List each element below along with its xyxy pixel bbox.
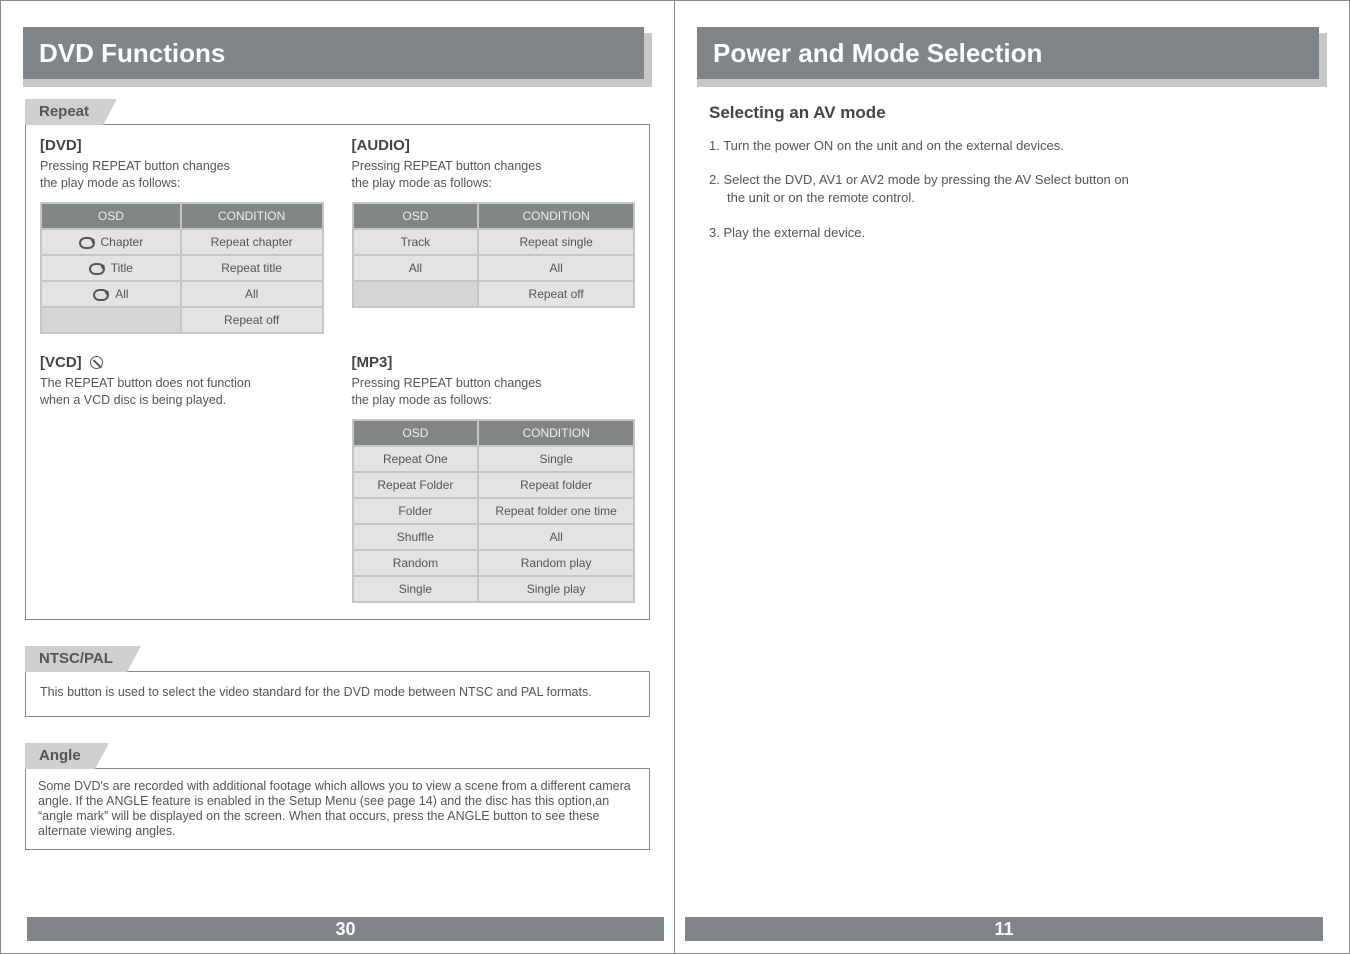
table-row: Repeat off <box>42 306 322 332</box>
tab-ntsc: NTSC/PAL <box>25 646 127 672</box>
prohibit-icon <box>90 356 103 369</box>
step-2: 2. Select the DVD, AV1 or AV2 mode by pr… <box>709 171 1315 207</box>
repeat-icon <box>93 289 109 301</box>
ntsc-body: This button is used to select the video … <box>40 684 635 701</box>
page-title-right: Power and Mode Selection <box>697 27 1319 79</box>
table-row: Repeat OneSingle <box>354 445 634 471</box>
col-audio: [AUDIO] Pressing REPEAT button changes t… <box>352 137 636 334</box>
page-left: DVD Functions Repeat [DVD] Pressing REPE… <box>0 0 675 954</box>
table-row: SingleSingle play <box>354 575 634 601</box>
col-dvd: [DVD] Pressing REPEAT button changes the… <box>40 137 324 334</box>
heading-mp3: [MP3] <box>352 354 636 371</box>
title-banner: DVD Functions <box>23 27 652 87</box>
col-vcd: [VCD] The REPEAT button does not functio… <box>40 354 324 603</box>
table-row: ChapterRepeat chapter <box>42 228 322 254</box>
page-number-left: 30 <box>27 917 664 941</box>
table-row: AllAll <box>42 280 322 306</box>
table-row: Repeat FolderRepeat folder <box>354 471 634 497</box>
heading-audio: [AUDIO] <box>352 137 636 154</box>
table-dvd: OSD CONDITION ChapterRepeat chapter Titl… <box>40 202 324 334</box>
table-row: TrackRepeat single <box>354 228 634 254</box>
repeat-icon <box>89 263 105 275</box>
table-mp3: OSD CONDITION Repeat OneSingle Repeat Fo… <box>352 419 636 603</box>
heading-select-av: Selecting an AV mode <box>709 103 1315 123</box>
angle-body: Some DVD's are recorded with additional … <box>38 779 637 839</box>
page-right: Power and Mode Selection Selecting an AV… <box>675 0 1350 954</box>
section-angle: Angle Some DVD's are recorded with addit… <box>25 743 650 850</box>
heading-dvd: [DVD] <box>40 137 324 154</box>
table-row: FolderRepeat folder one time <box>354 497 634 523</box>
step-1: 1. Turn the power ON on the unit and on … <box>709 137 1315 155</box>
table-row: ShuffleAll <box>354 523 634 549</box>
repeat-icon <box>79 237 95 249</box>
step-3: 3. Play the external device. <box>709 224 1315 242</box>
tab-angle: Angle <box>25 743 95 769</box>
col-mp3: [MP3] Pressing REPEAT button changes the… <box>352 354 636 603</box>
heading-vcd: [VCD] <box>40 354 324 371</box>
table-row: RandomRandom play <box>354 549 634 575</box>
page-number-right: 11 <box>685 917 1323 941</box>
table-row: TitleRepeat title <box>42 254 322 280</box>
tab-repeat: Repeat <box>25 99 103 125</box>
table-row: AllAll <box>354 254 634 280</box>
section-repeat: Repeat [DVD] Pressing REPEAT button chan… <box>25 99 650 620</box>
section-ntsc: NTSC/PAL This button is used to select t… <box>25 646 650 718</box>
page-title: DVD Functions <box>23 27 644 79</box>
table-row: Repeat off <box>354 280 634 306</box>
title-banner-right: Power and Mode Selection <box>697 27 1327 87</box>
table-audio: OSD CONDITION TrackRepeat single AllAll … <box>352 202 636 308</box>
